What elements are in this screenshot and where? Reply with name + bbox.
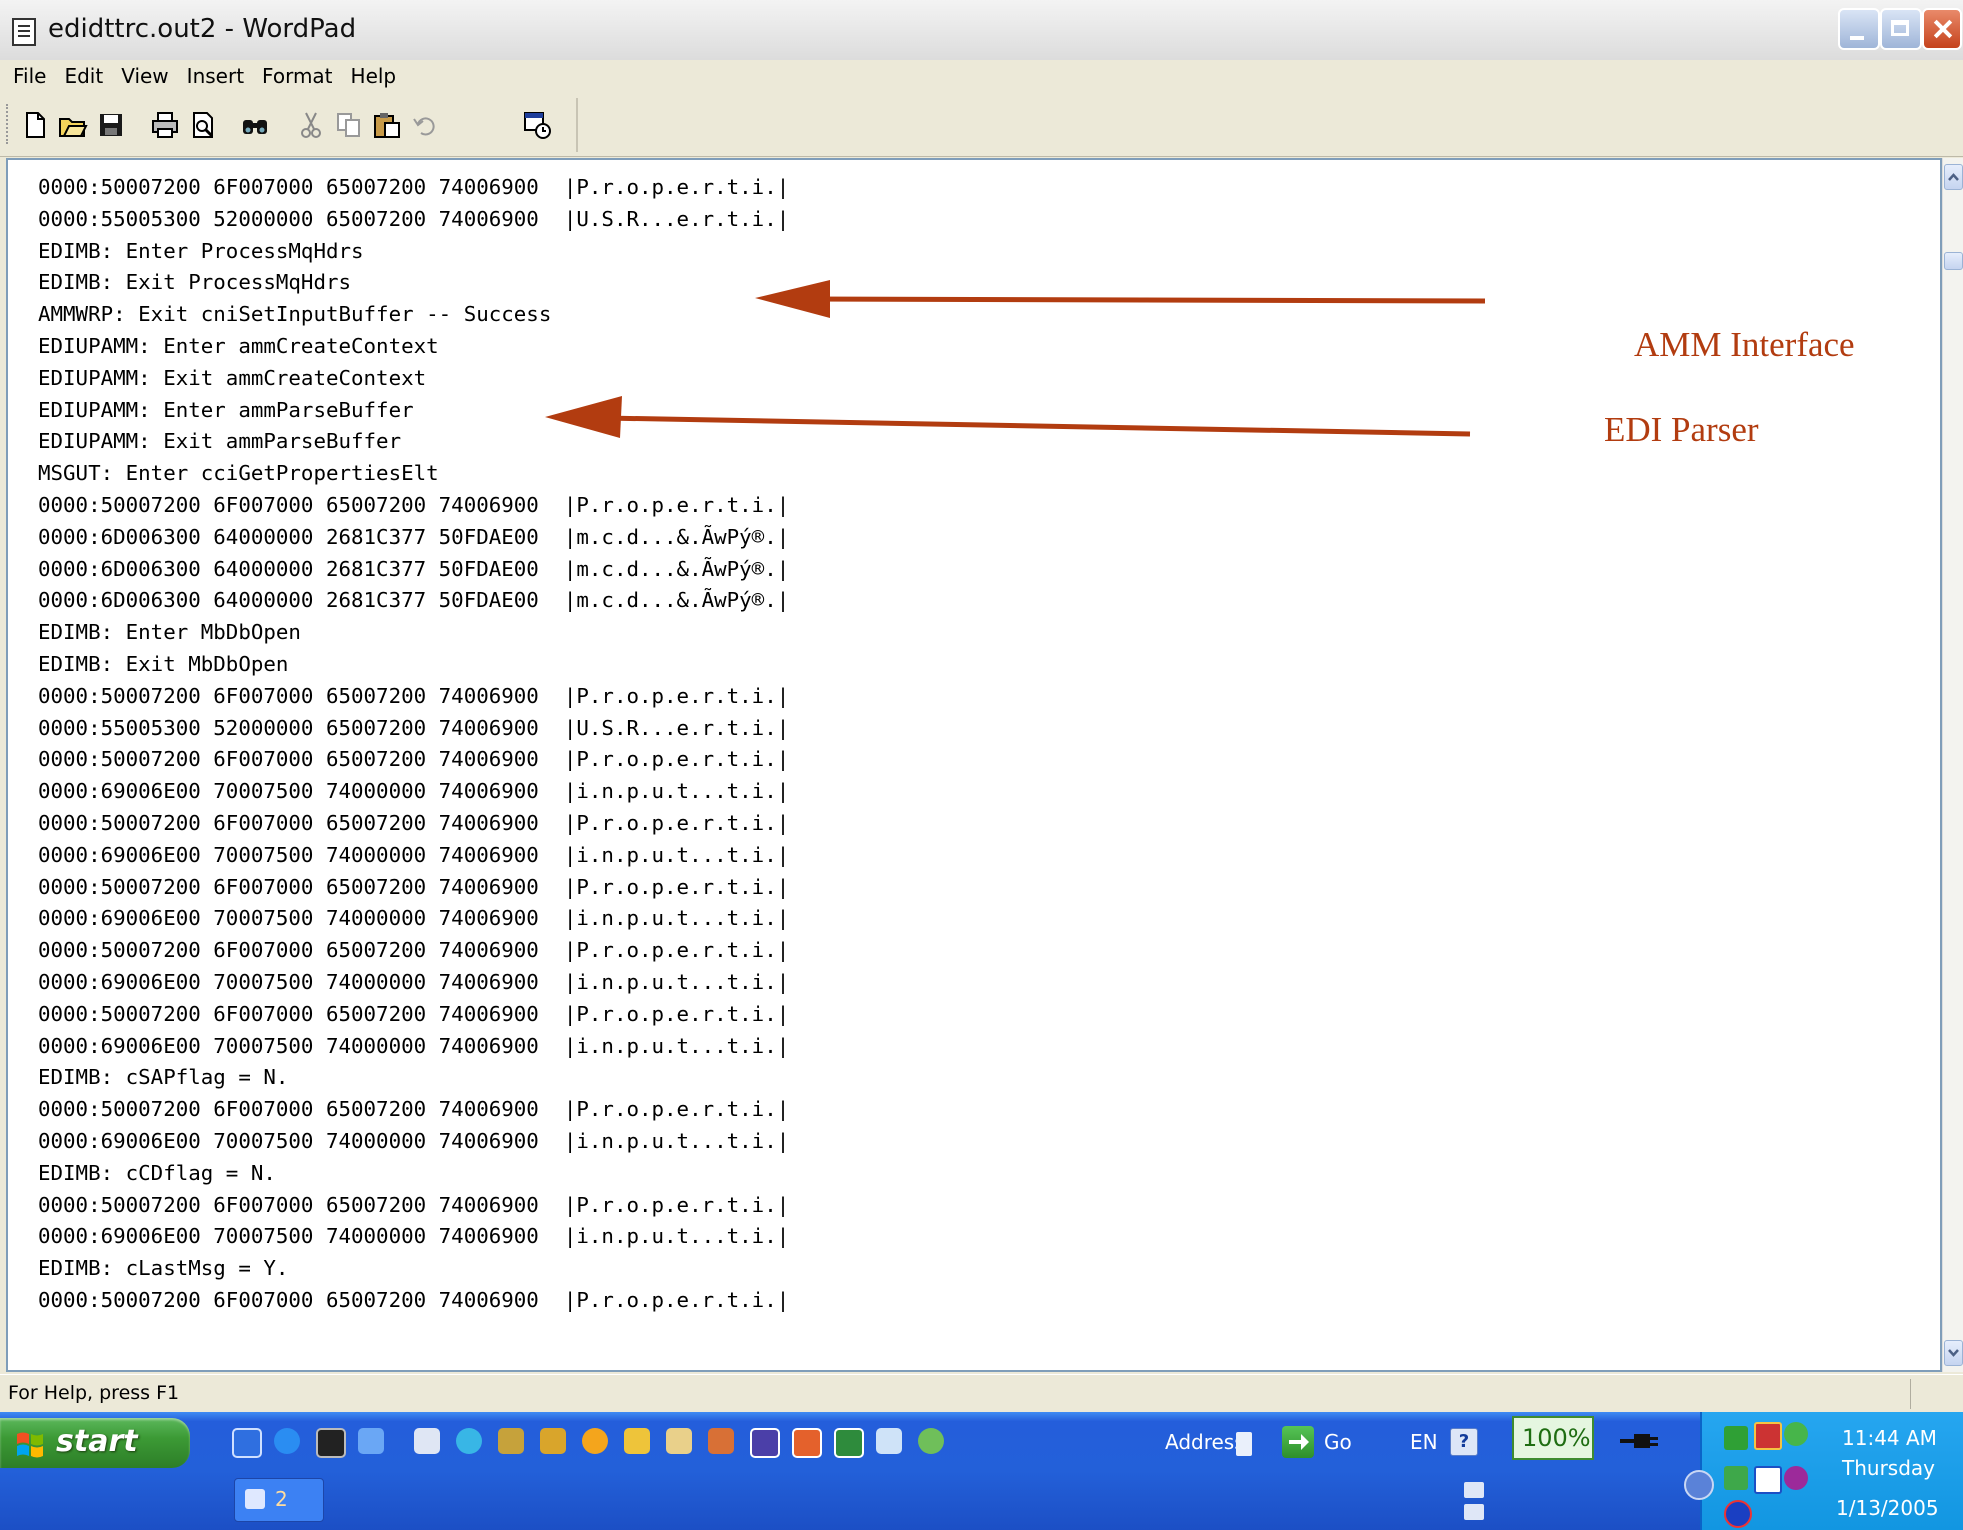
wordpad-task-group[interactable]: 2	[234, 1478, 324, 1522]
address-label: Address	[1165, 1430, 1245, 1454]
windows-logo-icon	[17, 1432, 43, 1458]
show-hidden-icons-button[interactable]	[1684, 1470, 1714, 1500]
bluetooth-icon[interactable]	[1724, 1500, 1752, 1528]
quick-launch-icon-17[interactable]	[918, 1428, 944, 1454]
wordpad-icon	[245, 1489, 265, 1509]
language-indicator[interactable]: EN	[1410, 1430, 1438, 1454]
go-button[interactable]: Go	[1324, 1430, 1352, 1454]
tray-icon-6[interactable]	[1784, 1466, 1808, 1490]
quick-launch-icon-14[interactable]	[792, 1428, 822, 1458]
address-dropdown[interactable]	[1236, 1432, 1252, 1456]
clock-day: Thursday	[1842, 1456, 1935, 1480]
start-button[interactable]: start	[0, 1418, 190, 1468]
quick-launch-icon-8[interactable]	[540, 1428, 566, 1454]
internet-explorer-icon[interactable]	[274, 1428, 300, 1454]
go-arrow-icon[interactable]	[1282, 1426, 1314, 1458]
quick-launch-icon-1[interactable]	[232, 1428, 262, 1458]
quick-launch-icon-5[interactable]	[414, 1428, 440, 1454]
power-plug-icon[interactable]	[1620, 1426, 1660, 1456]
battery-meter[interactable]: 100%	[1512, 1416, 1594, 1460]
quick-launch-icon-10[interactable]	[624, 1428, 650, 1454]
quick-launch-icon-13[interactable]	[750, 1428, 780, 1458]
tray-icon-2[interactable]	[1754, 1422, 1782, 1450]
tray-icon-4[interactable]	[1724, 1466, 1748, 1490]
quick-launch-icon-11[interactable]	[666, 1428, 692, 1454]
amm-arrow-line	[804, 296, 1486, 304]
task-group-count: 2	[275, 1487, 288, 1511]
amm-interface-label: AMM Interface	[1634, 325, 1855, 364]
amm-arrowhead	[755, 280, 830, 318]
status-text: For Help, press F1	[8, 1382, 180, 1404]
tray-icon-messenger[interactable]	[1784, 1422, 1808, 1446]
search-icon[interactable]	[456, 1428, 482, 1454]
edi-parser-label: EDI Parser	[1604, 410, 1759, 449]
edi-arrow-line	[604, 415, 1471, 437]
battery-percent: 100%	[1522, 1424, 1591, 1452]
quick-launch-icon-9[interactable]	[582, 1428, 608, 1454]
status-separator	[1910, 1379, 1911, 1409]
edi-arrowhead	[545, 396, 622, 438]
quick-launch-icon-12[interactable]	[708, 1428, 734, 1454]
help-button[interactable]: ?	[1450, 1428, 1478, 1456]
quick-launch-icon-7[interactable]	[498, 1428, 524, 1454]
quick-launch-icon-4[interactable]	[358, 1428, 384, 1454]
annotation-arrows	[545, 280, 1486, 438]
taskbar: start 2 Address Go EN ? 100% 11:44 AM Th…	[0, 1412, 1963, 1530]
quick-launch-icon-15[interactable]	[834, 1428, 864, 1458]
tray-icon-network[interactable]	[1724, 1426, 1748, 1450]
start-label: start	[56, 1424, 138, 1459]
status-bar: For Help, press F1	[0, 1374, 1963, 1413]
clock-time[interactable]: 11:44 AM	[1842, 1426, 1937, 1450]
command-prompt-icon[interactable]	[316, 1428, 346, 1458]
clock-date: 1/13/2005	[1836, 1496, 1939, 1520]
taskbar-scroll-down-button[interactable]	[1464, 1504, 1484, 1520]
tray-icon-info[interactable]	[1754, 1466, 1782, 1494]
quick-launch-icon-16[interactable]	[876, 1428, 902, 1454]
taskbar-scroll-up-button[interactable]	[1464, 1482, 1484, 1498]
